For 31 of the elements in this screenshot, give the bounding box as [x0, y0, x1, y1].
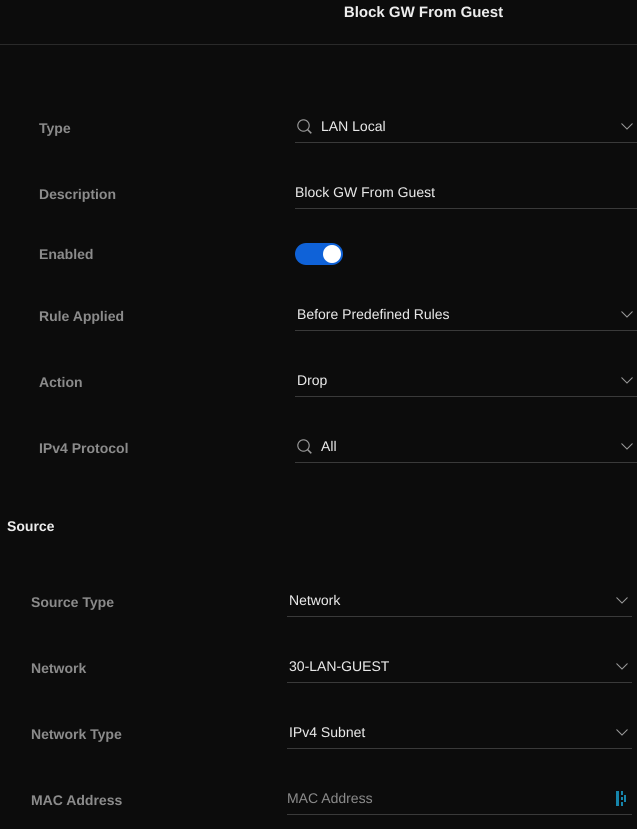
toggle-switch[interactable]	[295, 243, 343, 265]
chevron-down-icon	[621, 310, 633, 318]
field-label: Type	[39, 119, 71, 136]
search-icon	[297, 438, 312, 454]
chevron-down-icon	[621, 376, 633, 384]
bars-icon[interactable]	[616, 791, 626, 806]
input-field[interactable]: Block GW From Guest	[295, 177, 637, 209]
dropdown-field[interactable]: Before Predefined Rules	[295, 299, 637, 331]
field-label: Description	[39, 185, 116, 202]
field-label: MAC Address	[31, 791, 122, 808]
chevron-down-icon	[616, 596, 628, 604]
field-label: Source Type	[31, 593, 114, 610]
search-icon	[297, 118, 312, 134]
chevron-down-icon	[616, 662, 628, 670]
dropdown-field[interactable]: Drop	[295, 365, 637, 397]
page-title: Block GW From Guest	[344, 4, 504, 21]
field-label: Action	[39, 373, 83, 390]
dropdown-field[interactable]: IPv4 Subnet	[287, 717, 632, 749]
dropdown-field[interactable]: LAN Local	[295, 111, 637, 143]
field-label: Network Type	[31, 725, 122, 742]
field-label: IPv4 Protocol	[39, 439, 128, 456]
chevron-down-icon	[621, 122, 633, 130]
dropdown-field[interactable]: All	[295, 431, 637, 463]
dropdown-field[interactable]: Network	[287, 585, 632, 617]
field-label: Enabled	[39, 246, 94, 262]
field-label: Network	[31, 659, 86, 676]
section-heading: Source	[7, 518, 54, 534]
chevron-down-icon	[621, 442, 633, 450]
chevron-down-icon	[616, 728, 628, 736]
field-label: Rule Applied	[39, 307, 124, 324]
dropdown-field[interactable]: 30-LAN-GUEST	[287, 651, 632, 683]
